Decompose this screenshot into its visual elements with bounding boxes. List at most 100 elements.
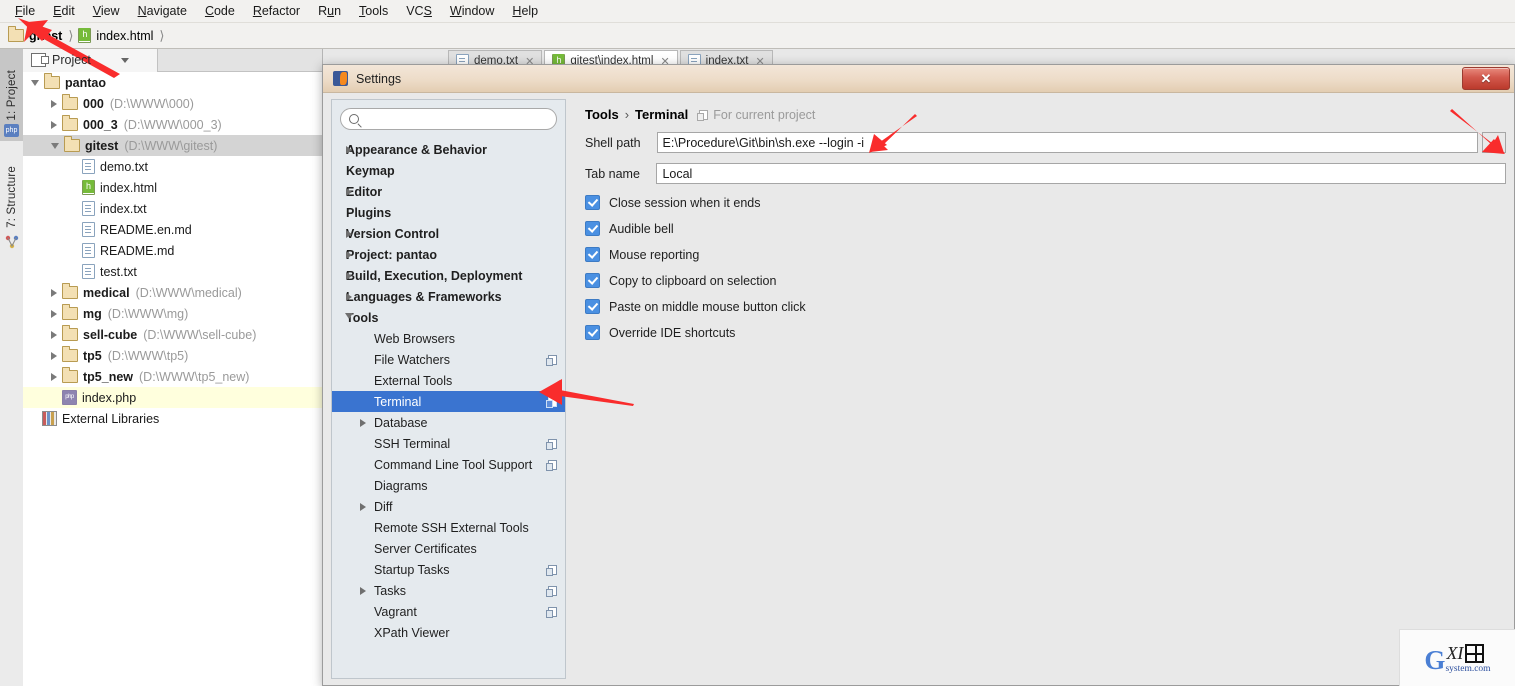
menu-tools[interactable]: Tools bbox=[350, 2, 397, 20]
checkbox-row[interactable]: Mouse reporting bbox=[585, 247, 1506, 262]
file-icon bbox=[82, 243, 95, 258]
chevron-right-icon[interactable] bbox=[51, 373, 57, 381]
checkbox-checked-icon[interactable] bbox=[585, 273, 600, 288]
project-tree-row[interactable]: 000(D:\WWW\000) bbox=[23, 93, 323, 114]
settings-tree-item-diff[interactable]: Diff bbox=[332, 496, 565, 517]
chevron-right-icon[interactable] bbox=[360, 587, 366, 595]
chevron-right-icon[interactable] bbox=[346, 251, 352, 259]
settings-tree-item-build-execution-deployment[interactable]: Build, Execution, Deployment bbox=[332, 265, 565, 286]
project-tree-row[interactable]: index.html bbox=[23, 177, 323, 198]
settings-tree-label: Vagrant bbox=[374, 605, 417, 619]
chevron-right-icon[interactable] bbox=[346, 272, 352, 280]
chevron-right-icon[interactable] bbox=[360, 419, 366, 427]
watermark: G XI system.com bbox=[1399, 629, 1515, 686]
chevron-down-icon[interactable] bbox=[345, 313, 353, 323]
chevron-right-icon[interactable] bbox=[51, 331, 57, 339]
project-tree-row[interactable]: sell-cube(D:\WWW\sell-cube) bbox=[23, 324, 323, 345]
settings-tree-item-ssh-terminal[interactable]: SSH Terminal bbox=[332, 433, 565, 454]
settings-tree-item-editor[interactable]: Editor bbox=[332, 181, 565, 202]
menu-run[interactable]: Run bbox=[309, 2, 350, 20]
settings-tree-item-command-line-tool-support[interactable]: Command Line Tool Support bbox=[332, 454, 565, 475]
project-tree-row[interactable]: index.php bbox=[23, 387, 323, 408]
menu-view[interactable]: View bbox=[84, 2, 129, 20]
checkbox-row[interactable]: Close session when it ends bbox=[585, 195, 1506, 210]
checkbox-row[interactable]: Copy to clipboard on selection bbox=[585, 273, 1506, 288]
chevron-right-icon[interactable] bbox=[51, 100, 57, 108]
project-tree-label: 000 bbox=[83, 97, 104, 111]
menu-code[interactable]: Code bbox=[196, 2, 244, 20]
settings-tree-item-database[interactable]: Database bbox=[332, 412, 565, 433]
shell-path-input[interactable]: E:\Procedure\Git\bin\sh.exe --login -i bbox=[657, 132, 1479, 153]
project-tree-row[interactable]: test.txt bbox=[23, 261, 323, 282]
settings-tree-label: SSH Terminal bbox=[374, 437, 450, 451]
chevron-down-icon[interactable] bbox=[121, 58, 129, 63]
menu-window[interactable]: Window bbox=[441, 2, 503, 20]
chevron-right-icon[interactable] bbox=[360, 503, 366, 511]
settings-tree-item-keymap[interactable]: Keymap bbox=[332, 160, 565, 181]
search-input[interactable] bbox=[364, 111, 548, 127]
menu-vcs[interactable]: VCS bbox=[397, 2, 441, 20]
folder-icon bbox=[62, 307, 78, 320]
project-tree-row[interactable]: README.en.md bbox=[23, 219, 323, 240]
project-tree-row[interactable]: 000_3(D:\WWW\000_3) bbox=[23, 114, 323, 135]
project-tree-row[interactable]: tp5_new(D:\WWW\tp5_new) bbox=[23, 366, 323, 387]
settings-tree-item-project-pantao[interactable]: Project: pantao bbox=[332, 244, 565, 265]
settings-tree-item-tools[interactable]: Tools bbox=[332, 307, 565, 328]
project-tree-row[interactable]: README.md bbox=[23, 240, 323, 261]
checkbox-checked-icon[interactable] bbox=[585, 299, 600, 314]
checkbox-row[interactable]: Audible bell bbox=[585, 221, 1506, 236]
chevron-right-icon[interactable] bbox=[51, 310, 57, 318]
project-tree-row[interactable]: External Libraries bbox=[23, 408, 323, 429]
settings-tree-item-xpath-viewer[interactable]: XPath Viewer bbox=[332, 622, 565, 643]
chevron-right-icon[interactable] bbox=[51, 289, 57, 297]
breadcrumb-file[interactable]: index.html bbox=[96, 29, 153, 43]
settings-search-box[interactable] bbox=[340, 108, 557, 130]
settings-tree-item-version-control[interactable]: Version Control bbox=[332, 223, 565, 244]
chevron-right-icon[interactable] bbox=[346, 230, 352, 238]
chevron-down-icon[interactable] bbox=[51, 143, 59, 149]
menu-navigate[interactable]: Navigate bbox=[129, 2, 196, 20]
dialog-title-bar[interactable]: Settings ✕ bbox=[323, 65, 1514, 93]
settings-tree-item-external-tools[interactable]: External Tools bbox=[332, 370, 565, 391]
settings-tree-item-file-watchers[interactable]: File Watchers bbox=[332, 349, 565, 370]
chevron-right-icon[interactable] bbox=[346, 188, 352, 196]
project-tree-row[interactable]: pantao bbox=[23, 72, 323, 93]
chevron-right-icon[interactable] bbox=[51, 352, 57, 360]
checkbox-row[interactable]: Override IDE shortcuts bbox=[585, 325, 1506, 340]
breadcrumb-project[interactable]: gitest bbox=[29, 29, 62, 43]
settings-tree-item-terminal[interactable]: Terminal bbox=[332, 391, 565, 412]
settings-tree-item-languages-frameworks[interactable]: Languages & Frameworks bbox=[332, 286, 565, 307]
project-tree-row[interactable]: mg(D:\WWW\mg) bbox=[23, 303, 323, 324]
project-tree-row[interactable]: medical(D:\WWW\medical) bbox=[23, 282, 323, 303]
checkbox-row[interactable]: Paste on middle mouse button click bbox=[585, 299, 1506, 314]
chevron-right-icon[interactable] bbox=[346, 293, 352, 301]
tab-name-input[interactable]: Local bbox=[656, 163, 1506, 184]
checkbox-checked-icon[interactable] bbox=[585, 247, 600, 262]
menu-file[interactable]: File bbox=[6, 2, 44, 20]
settings-tree-item-remote-ssh-external-tools[interactable]: Remote SSH External Tools bbox=[332, 517, 565, 538]
settings-tree-item-tasks[interactable]: Tasks bbox=[332, 580, 565, 601]
project-tree-row[interactable]: index.txt bbox=[23, 198, 323, 219]
checkbox-checked-icon[interactable] bbox=[585, 195, 600, 210]
tool-window-button-structure[interactable]: 7: Structure bbox=[0, 149, 23, 244]
browse-button[interactable]: ... bbox=[1482, 132, 1506, 153]
checkbox-checked-icon[interactable] bbox=[585, 221, 600, 236]
chevron-down-icon[interactable] bbox=[31, 80, 39, 86]
chevron-right-icon[interactable] bbox=[51, 121, 57, 129]
settings-tree-item-server-certificates[interactable]: Server Certificates bbox=[332, 538, 565, 559]
settings-tree-item-appearance-behavior[interactable]: Appearance & Behavior bbox=[332, 139, 565, 160]
settings-tree-item-diagrams[interactable]: Diagrams bbox=[332, 475, 565, 496]
menu-edit[interactable]: Edit bbox=[44, 2, 84, 20]
settings-tree-item-plugins[interactable]: Plugins bbox=[332, 202, 565, 223]
menu-refactor[interactable]: Refactor bbox=[244, 2, 309, 20]
menu-help[interactable]: Help bbox=[503, 2, 547, 20]
project-tree-row[interactable]: tp5(D:\WWW\tp5) bbox=[23, 345, 323, 366]
settings-tree-item-vagrant[interactable]: Vagrant bbox=[332, 601, 565, 622]
close-button[interactable]: ✕ bbox=[1462, 67, 1510, 90]
checkbox-checked-icon[interactable] bbox=[585, 325, 600, 340]
project-tree-row[interactable]: demo.txt bbox=[23, 156, 323, 177]
settings-tree-item-startup-tasks[interactable]: Startup Tasks bbox=[332, 559, 565, 580]
project-tree-row[interactable]: gitest(D:\WWW\gitest) bbox=[23, 135, 323, 156]
chevron-right-icon[interactable] bbox=[346, 146, 352, 154]
settings-tree-item-web-browsers[interactable]: Web Browsers bbox=[332, 328, 565, 349]
